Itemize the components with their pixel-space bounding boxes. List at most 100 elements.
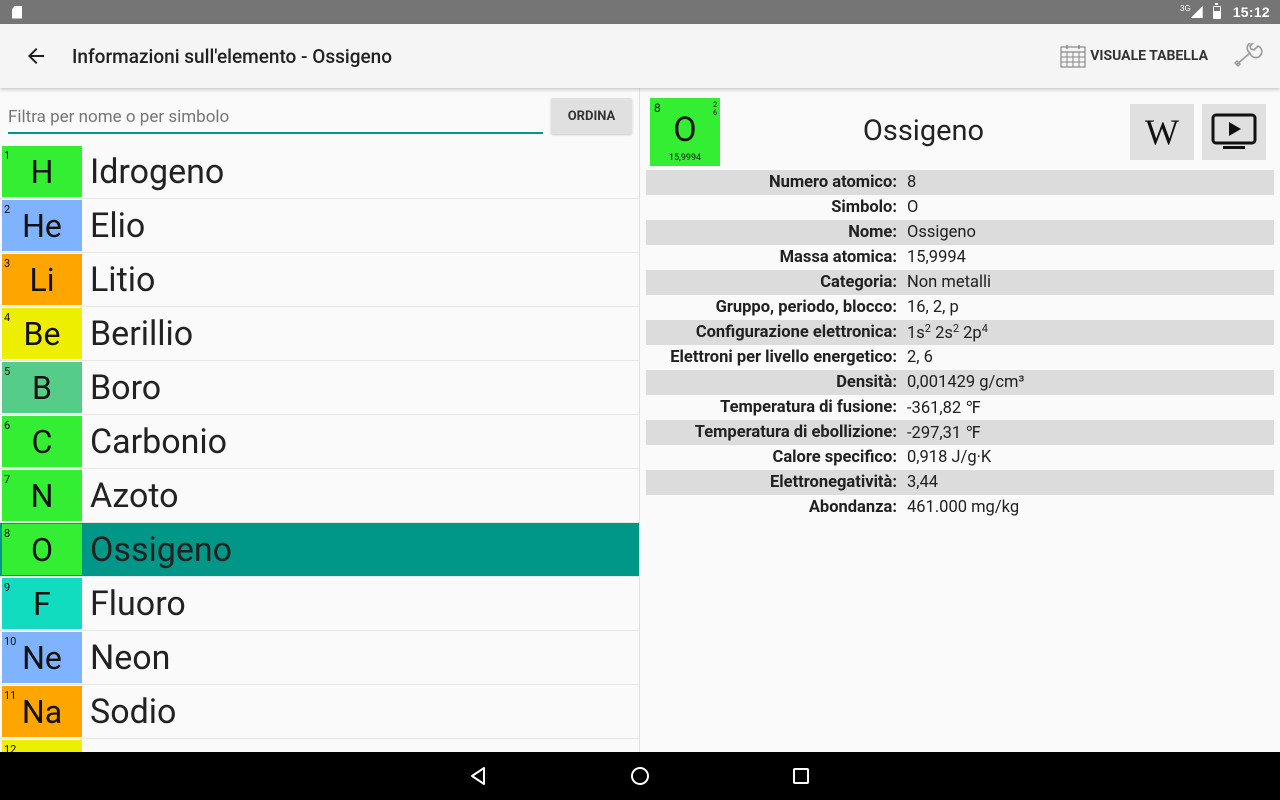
element-tile: 10 Ne: [2, 632, 82, 683]
element-atomic-number: 7: [4, 473, 11, 486]
property-value: 2, 6: [907, 348, 933, 367]
element-atomic-number: 10: [4, 635, 17, 648]
element-name: Idrogeno: [90, 151, 225, 192]
element-tile: 9F: [2, 578, 82, 629]
video-button[interactable]: [1202, 104, 1266, 160]
property-value: Non metalli: [907, 273, 992, 292]
element-symbol: O: [30, 530, 53, 569]
property-row: Categoria: Non metalli: [646, 270, 1274, 295]
element-row[interactable]: 12: [0, 739, 639, 752]
property-label: Simbolo:: [831, 198, 897, 217]
element-symbol: F: [33, 584, 51, 623]
element-row[interactable]: 10 Ne Neon: [0, 631, 639, 685]
table-view-button[interactable]: VISUALE TABELLA: [1060, 44, 1208, 68]
filter-row: ORDINA: [8, 96, 633, 140]
calendar-grid-icon: [1060, 45, 1086, 68]
element-tile: 1H: [2, 146, 82, 197]
wikipedia-button[interactable]: W: [1130, 104, 1194, 160]
property-value: 461.000 mg/kg: [907, 498, 1020, 517]
circle-home-icon: [631, 767, 649, 785]
property-label: Numero atomico:: [768, 173, 897, 192]
detail-symbol: O: [673, 110, 697, 150]
video-play-icon: [1211, 113, 1257, 149]
property-row: Elettroni per livello energetico: 2, 6: [646, 345, 1274, 370]
signal-icon: [1190, 6, 1203, 18]
wikipedia-icon: W: [1145, 112, 1179, 152]
detail-shells: 2 6: [713, 101, 717, 117]
filter-input[interactable]: [8, 102, 543, 134]
element-symbol: Be: [23, 314, 61, 353]
element-tile: 7N: [2, 470, 82, 521]
element-row[interactable]: 5 B Boro: [0, 361, 639, 415]
element-atomic-number: 2: [4, 203, 11, 216]
property-label: Massa atomica:: [779, 248, 897, 267]
element-list-pane: ORDINA 1HIdrogeno2HeElio3LiLitio4BeBeril…: [0, 88, 639, 752]
element-symbol: Ne: [22, 638, 62, 677]
element-tile: 3 Li: [2, 254, 82, 305]
nav-home-button[interactable]: [628, 764, 652, 788]
element-name: Litio: [90, 259, 156, 300]
element-symbol: He: [22, 206, 62, 245]
settings-button[interactable]: [1224, 32, 1272, 80]
clock: 15:12: [1232, 4, 1270, 20]
element-atomic-number: 12: [4, 743, 17, 752]
property-row: Gruppo, periodo, blocco: 16, 2, p: [646, 295, 1274, 320]
property-label: Elettronegatività:: [770, 473, 897, 492]
property-row: Densità: 0,001429 g/cm³: [646, 370, 1274, 395]
element-atomic-number: 8: [4, 527, 11, 540]
element-symbol: C: [31, 422, 53, 461]
element-name: Sodio: [90, 691, 177, 732]
detail-mass: 15,9994: [668, 153, 702, 163]
element-symbol: Na: [21, 692, 63, 731]
element-name: Boro: [90, 367, 162, 408]
back-button[interactable]: [0, 24, 72, 88]
status-bar: 3G 15:12: [0, 0, 1280, 24]
element-name: Carbonio: [90, 421, 228, 462]
nav-back-button[interactable]: [466, 764, 490, 788]
triangle-back-icon: [471, 767, 485, 785]
element-row[interactable]: 2 He Elio: [0, 199, 639, 253]
property-value: Ossigeno: [907, 223, 976, 242]
property-row: Nome: Ossigeno: [646, 220, 1274, 245]
element-atomic-number: 5: [4, 365, 11, 378]
properties-table: Numero atomico: 8 Simbolo: O Nome: Ossigeno Ma…: [646, 170, 1274, 520]
element-tile: 2 He: [2, 200, 82, 251]
property-label: Temperatura di fusione:: [720, 398, 897, 417]
element-list: 1 H Idrogeno 2 He Elio 3 Li Litio 4 Be Berillio 5 B Bo…: [0, 145, 639, 752]
element-symbol: B: [32, 368, 52, 407]
element-tile: 12: [2, 740, 82, 752]
element-atomic-number: 11: [4, 689, 17, 702]
element-tile: 8O: [2, 524, 82, 575]
property-value: 15,9994: [907, 248, 966, 267]
element-row[interactable]: 1 H Idrogeno: [0, 145, 639, 199]
element-name: Fluoro: [90, 583, 186, 624]
property-row: Configurazione elettronica: 1s2 2s2 2p4: [646, 320, 1274, 345]
detail-element-name: Ossigeno: [862, 114, 985, 148]
element-row[interactable]: 8 O Ossigeno: [0, 523, 639, 577]
element-row[interactable]: 9 F Fluoro: [0, 577, 639, 631]
element-name: Azoto: [90, 475, 179, 516]
nav-recents-button[interactable]: [789, 764, 813, 788]
property-row: Numero atomico: 8: [646, 170, 1274, 195]
element-name: Berillio: [90, 313, 194, 354]
property-value: -297,31 ℉: [907, 423, 981, 443]
property-row: Temperatura di ebollizione: -297,31 ℉: [646, 420, 1274, 445]
element-row[interactable]: 7 N Azoto: [0, 469, 639, 523]
arrow-back-icon: [28, 48, 44, 64]
element-row[interactable]: 6 C Carbonio: [0, 415, 639, 469]
property-label: Categoria:: [820, 273, 897, 292]
detail-element-tile: 8 2 6 O 15,9994: [650, 98, 720, 166]
element-row[interactable]: 11 Na Sodio: [0, 685, 639, 739]
sort-button[interactable]: ORDINA: [551, 98, 632, 134]
property-label: Configurazione elettronica:: [695, 323, 897, 342]
element-row[interactable]: 4 Be Berillio: [0, 307, 639, 361]
property-value: 3,44: [907, 473, 939, 492]
element-symbol: N: [30, 476, 54, 515]
wrench-icon: [1234, 43, 1263, 67]
table-view-label: VISUALE TABELLA: [1090, 48, 1208, 64]
property-value: 1s2 2s2 2p4: [907, 322, 988, 343]
element-row[interactable]: 3 Li Litio: [0, 253, 639, 307]
element-name: Elio: [90, 205, 146, 246]
property-row: Elettronegatività: 3,44: [646, 470, 1274, 495]
element-atomic-number: 1: [4, 149, 11, 162]
